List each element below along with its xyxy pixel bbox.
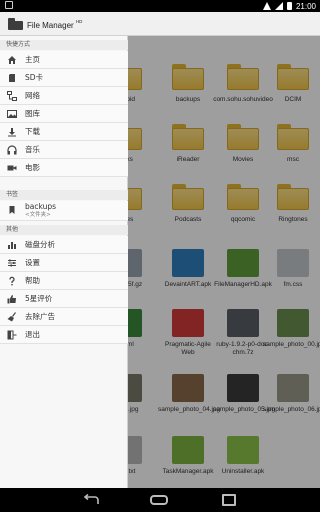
drawer-header[interactable]: File Manager HD (0, 12, 128, 36)
drawer-item-help[interactable]: 帮助 (0, 272, 128, 290)
help-icon (9, 276, 15, 286)
thumbs-up-icon (7, 295, 16, 304)
drawer-item-sublabel: <文件夹> (25, 212, 51, 218)
bar-chart-icon (8, 242, 16, 249)
section-header-shortcuts: 快捷方式 (0, 40, 128, 50)
system-nav-bar (0, 488, 320, 512)
navigation-drawer: File Manager HD 快捷方式 主页 SD卡 网络 图库 下载 音乐 … (0, 12, 128, 488)
drawer-item-remove-ads[interactable]: 去除广告 (0, 308, 128, 326)
home-icon (8, 56, 16, 64)
drawer-item-download[interactable]: 下载 (0, 123, 128, 141)
drawer-item-label: SD卡 (25, 73, 44, 82)
drawer-item-label: 图库 (25, 109, 40, 118)
drawer-item-sdcard[interactable]: SD卡 (0, 69, 128, 87)
drawer-item-label: 帮助 (25, 276, 40, 285)
battery-icon (286, 2, 292, 10)
drawer-item-label: 下载 (25, 127, 40, 136)
back-icon[interactable] (82, 494, 100, 506)
drawer-item-label: 设置 (25, 258, 40, 267)
drawer-item-label: 磁盘分析 (25, 240, 55, 249)
drawer-item-settings[interactable]: 设置 (0, 254, 128, 272)
recent-apps-button[interactable] (222, 494, 236, 506)
drawer-item-movies[interactable]: 电影 (0, 159, 128, 177)
drawer-item-music[interactable]: 音乐 (0, 141, 128, 159)
sdcard-icon (9, 74, 15, 82)
drawer-item-rate[interactable]: 5星评价 (0, 290, 128, 308)
drawer-item-disk-analysis[interactable]: 磁盘分析 (0, 236, 128, 254)
wifi-icon (262, 2, 271, 10)
drawer-item-label: 电影 (25, 163, 40, 172)
headphones-icon (7, 145, 17, 155)
network-icon (7, 91, 17, 101)
drawer-item-bookmark-backups[interactable]: backups <文件夹> (0, 201, 128, 221)
broom-icon (7, 312, 16, 322)
signal-icon (274, 2, 283, 10)
drawer-item-label: 网络 (25, 91, 40, 100)
drawer-scrim[interactable] (128, 36, 320, 488)
drawer-item-network[interactable]: 网络 (0, 87, 128, 105)
status-icons: 21:00 (262, 0, 316, 12)
status-time: 21:00 (295, 1, 316, 11)
folder-app-icon (8, 18, 23, 30)
drawer-item-label: 音乐 (25, 145, 40, 154)
gallery-icon (7, 110, 17, 118)
exit-icon (7, 330, 17, 340)
drawer-item-label: 退出 (25, 330, 40, 339)
drawer-item-label: 主页 (25, 55, 40, 64)
drawer-item-home[interactable]: 主页 (0, 51, 128, 69)
download-icon (8, 128, 16, 137)
drawer-item-label: backups (25, 202, 57, 211)
section-header-other: 其他 (0, 225, 128, 235)
home-button[interactable] (150, 495, 168, 505)
drawer-item-label: 去除广告 (25, 312, 55, 321)
drawer-item-exit[interactable]: 退出 (0, 326, 128, 344)
sliders-icon (8, 259, 16, 267)
app-title: File Manager HD (27, 19, 83, 30)
drawer-item-gallery[interactable]: 图库 (0, 105, 128, 123)
bookmark-icon (9, 206, 15, 214)
section-header-bookmarks: 书签 (0, 190, 128, 200)
drawer-item-label: 5星评价 (25, 294, 53, 303)
video-camera-icon (7, 165, 17, 171)
notification-icon (5, 1, 13, 9)
status-bar: 21:00 (0, 0, 320, 12)
